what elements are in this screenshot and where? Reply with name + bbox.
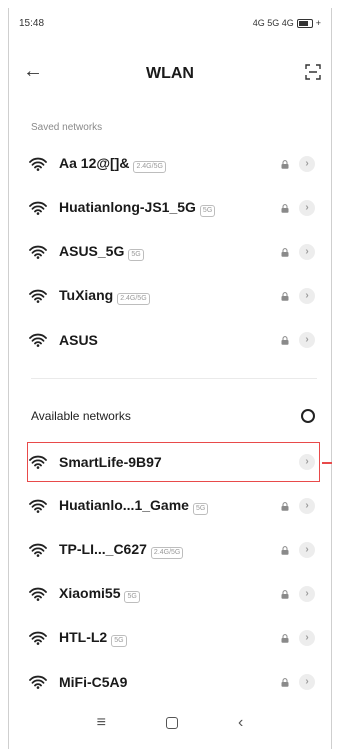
network-row[interactable]: ASUS ›	[9, 318, 331, 362]
row-actions: ›	[281, 244, 315, 260]
network-row[interactable]: Huatianlong-JS1_5G 5G ›	[9, 186, 331, 230]
row-actions: ›	[281, 498, 315, 514]
arrow-left-icon[interactable]: ←	[23, 60, 43, 83]
network-name: HTL-L2 5G	[59, 629, 127, 647]
chevron-right-icon[interactable]: ›	[299, 200, 315, 216]
row-actions: ›	[281, 674, 315, 690]
phone-screen: 15:48 4G 5G 4G + ← WLAN Saved networks A…	[8, 8, 332, 749]
header: ← WLAN	[9, 56, 331, 92]
refresh-icon[interactable]	[301, 409, 315, 423]
back-nav-icon[interactable]: ‹	[238, 714, 243, 732]
band-badge: 2.4G/5G	[133, 161, 166, 173]
battery-icon	[296, 18, 313, 28]
chevron-right-icon[interactable]: ›	[299, 674, 315, 690]
chevron-right-icon[interactable]: ›	[299, 498, 315, 514]
network-row[interactable]: TuXiang 2.4G/5G ›	[9, 274, 331, 318]
lock-icon	[281, 203, 289, 213]
row-actions: ›	[281, 630, 315, 646]
available-networks-label: Available networks	[31, 409, 131, 423]
lock-icon	[281, 335, 289, 345]
status-bar: 15:48 4G 5G 4G +	[9, 8, 331, 38]
wifi-icon	[29, 289, 47, 303]
network-name: SmartLife-9B97	[59, 454, 162, 470]
lock-icon	[281, 589, 289, 599]
section-divider	[31, 378, 317, 379]
network-name: Aa 12@[]& 2.4G/5G	[59, 155, 166, 173]
signal-indicators: 4G 5G 4G	[252, 18, 294, 28]
row-actions: ›	[281, 200, 315, 216]
network-row[interactable]: Xiaomi55 5G ›	[9, 572, 331, 616]
highlight-pointer	[322, 462, 332, 464]
chevron-right-icon[interactable]: ›	[299, 454, 315, 470]
wifi-icon	[29, 201, 47, 215]
battery-suffix: +	[315, 18, 321, 28]
row-actions: ›	[281, 332, 315, 348]
wifi-icon	[29, 543, 47, 557]
navigation-bar: ≡ ‹	[9, 711, 331, 735]
band-badge: 5G	[199, 205, 216, 217]
network-row[interactable]: MiFi-C5A9 ›	[9, 660, 331, 704]
network-name: Huatianlo...1_Game 5G	[59, 497, 209, 515]
wifi-icon	[29, 455, 47, 469]
lock-icon	[281, 247, 289, 257]
wifi-icon	[29, 245, 47, 259]
lock-icon	[281, 677, 289, 687]
status-time: 15:48	[19, 17, 45, 29]
chevron-right-icon[interactable]: ›	[299, 542, 315, 558]
lock-icon	[281, 159, 289, 169]
wifi-icon	[29, 587, 47, 601]
chevron-right-icon[interactable]: ›	[299, 156, 315, 172]
home-icon[interactable]	[166, 717, 178, 729]
network-name: MiFi-C5A9	[59, 674, 128, 690]
band-badge: 5G	[124, 591, 140, 603]
network-row[interactable]: Aa 12@[]& 2.4G/5G ›	[9, 142, 331, 186]
lock-icon	[281, 501, 289, 511]
chevron-right-icon[interactable]: ›	[299, 586, 315, 602]
available-networks-header: Available networks	[9, 401, 331, 431]
row-actions: ›	[281, 156, 315, 172]
band-badge: 5G	[128, 249, 144, 261]
network-row[interactable]: HTL-L2 5G ›	[9, 616, 331, 660]
wifi-icon	[29, 157, 47, 171]
network-name: TP-LI..._C627 2.4G/5G	[59, 541, 184, 559]
band-badge: 2.4G/5G	[117, 293, 150, 305]
band-badge: 2.4G/5G	[150, 547, 184, 559]
wifi-icon	[29, 333, 47, 347]
network-name: ASUS	[59, 332, 98, 348]
status-indicators: 4G 5G 4G +	[253, 18, 321, 28]
lock-icon	[281, 633, 289, 643]
chevron-right-icon[interactable]: ›	[299, 244, 315, 260]
lock-icon	[281, 545, 289, 555]
band-badge: 5G	[111, 635, 127, 647]
network-name: TuXiang 2.4G/5G	[59, 287, 150, 305]
page-title: WLAN	[146, 65, 194, 82]
wifi-icon	[29, 499, 47, 513]
lock-icon	[281, 291, 289, 301]
wifi-icon	[29, 631, 47, 645]
network-name: Huatianlong-JS1_5G 5G	[59, 199, 216, 217]
network-row[interactable]: ASUS_5G 5G ›	[9, 230, 331, 274]
menu-icon[interactable]: ≡	[97, 714, 106, 732]
band-badge: 5G	[192, 503, 209, 515]
saved-networks-label: Saved networks	[31, 122, 103, 133]
chevron-right-icon[interactable]: ›	[299, 630, 315, 646]
row-actions: ›	[299, 454, 315, 470]
row-actions: ›	[281, 288, 315, 304]
network-row[interactable]: SmartLife-9B97 ›	[9, 440, 331, 484]
row-actions: ›	[281, 586, 315, 602]
network-name: Xiaomi55 5G	[59, 585, 140, 603]
row-actions: ›	[281, 542, 315, 558]
network-row[interactable]: Huatianlo...1_Game 5G ›	[9, 484, 331, 528]
network-name: ASUS_5G 5G	[59, 243, 144, 261]
chevron-right-icon[interactable]: ›	[299, 332, 315, 348]
chevron-right-icon[interactable]: ›	[299, 288, 315, 304]
wifi-icon	[29, 675, 47, 689]
scan-icon[interactable]	[305, 64, 321, 80]
network-row[interactable]: TP-LI..._C627 2.4G/5G ›	[9, 528, 331, 572]
